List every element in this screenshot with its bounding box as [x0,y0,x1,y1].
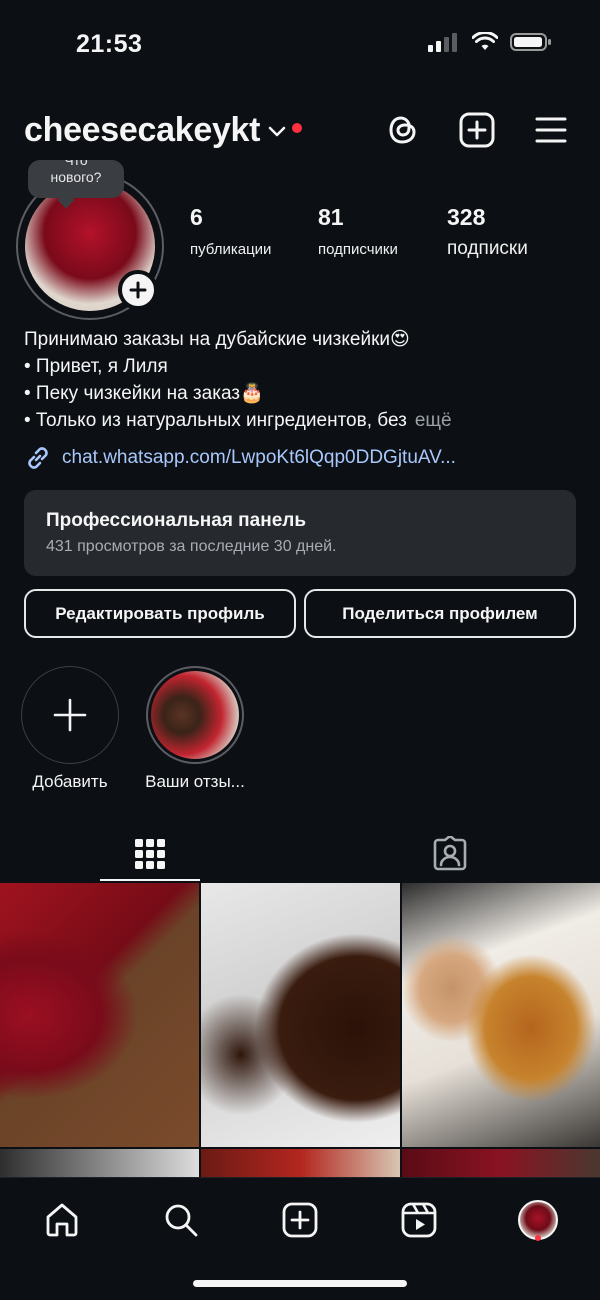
bio-line-2: • Привет, я Лиля [24,356,168,377]
highlight-add[interactable]: Добавить [21,666,119,792]
bio-line-4-text: • Только из натуральных ингредиентов, бе… [24,410,407,431]
stat-followers-label: подписчики [318,241,398,258]
bio-line-3: • Пеку чизкейки на заказ🎂 [24,383,264,404]
nav-home[interactable] [32,1192,92,1248]
highlight-add-circle[interactable] [21,666,119,764]
share-profile-button[interactable]: Поделиться профилем [304,589,576,638]
active-tab-indicator [100,879,200,881]
bio-line-4: • Только из натуральных ингредиентов, бе… [24,407,584,434]
stat-posts[interactable]: 6 публикации [190,204,271,258]
notification-dot [535,1235,541,1241]
stat-posts-label: публикации [190,241,272,258]
bio-line-1: Принимаю заказы на дубайские чизкейки😍 [24,329,410,350]
threads-button[interactable] [378,106,428,154]
nav-create[interactable] [270,1192,330,1248]
post-thumbnail[interactable] [201,883,400,1147]
home-icon [46,1203,78,1237]
stat-following-label: подписки [447,238,528,259]
profile-header: cheesecakeykt [24,106,576,154]
create-icon [282,1202,318,1238]
posts-grid [0,883,600,1179]
nav-search[interactable] [151,1192,211,1248]
stat-following[interactable]: 328 подписки [447,204,528,260]
post-thumbnail[interactable] [0,883,199,1147]
grid-icon [135,839,165,869]
professional-dashboard[interactable]: Профессиональная панель 431 просмотров з… [24,490,576,576]
stat-followers-value: 81 [318,204,344,230]
tagged-icon [433,836,467,871]
search-icon [165,1204,198,1237]
reels-icon [401,1202,437,1238]
link-icon [28,447,48,469]
post-thumbnail[interactable] [201,1149,400,1179]
threads-icon [389,116,416,144]
nav-reels[interactable] [389,1192,449,1248]
plus-icon [129,281,147,299]
battery-icon [510,33,551,51]
menu-button[interactable] [526,106,576,154]
tab-posts-grid[interactable] [101,826,199,882]
bio-link[interactable]: chat.whatsapp.com/LwpoKt6lQqp0DDGjtuAV..… [24,444,456,472]
pro-dashboard-subtitle: 431 просмотров за последние 30 дней. [46,538,337,555]
nav-profile-avatar [518,1200,558,1240]
bio-more-link[interactable]: ещё [415,410,452,431]
status-icons [428,32,552,52]
new-post-button[interactable] [452,106,502,154]
stat-following-value: 328 [447,204,486,230]
plus-icon [53,698,87,732]
highlight-reviews-cover [151,671,239,759]
chevron-down-icon[interactable] [268,126,286,138]
wifi-icon [472,32,498,50]
notification-dot [292,123,303,133]
highlight-add-label: Добавить [32,772,108,791]
add-story-button[interactable] [118,270,158,310]
home-indicator[interactable] [193,1280,407,1287]
highlight-reviews-circle[interactable] [146,666,244,764]
note-bubble[interactable]: Что нового? [28,160,124,198]
note-text-line1: Что [64,160,88,168]
highlight-reviews-label: Ваши отзы... [145,772,245,791]
note-text-line2: нового? [50,169,102,185]
post-thumbnail[interactable] [402,1149,600,1179]
bio-link-text[interactable]: chat.whatsapp.com/LwpoKt6lQqp0DDGjtuAV..… [62,447,456,469]
post-thumbnail[interactable] [402,883,600,1147]
new-post-icon [459,112,495,148]
post-thumbnail[interactable] [0,1149,199,1179]
stat-followers[interactable]: 81 подписчики [318,204,398,258]
highlight-reviews[interactable]: Ваши отзы... [145,666,245,792]
bio: Принимаю заказы на дубайские чизкейки😍 •… [24,326,584,434]
username[interactable]: cheesecakeykt [24,111,261,150]
stat-posts-value: 6 [190,204,203,230]
edit-profile-button[interactable]: Редактировать профиль [24,589,296,638]
tab-tagged[interactable] [401,826,499,882]
menu-icon [535,117,567,143]
pro-dashboard-title: Профессиональная панель [46,510,307,531]
status-time: 21:53 [76,30,143,58]
profile-tabs [0,826,600,882]
cellular-signal-icon [428,33,457,52]
